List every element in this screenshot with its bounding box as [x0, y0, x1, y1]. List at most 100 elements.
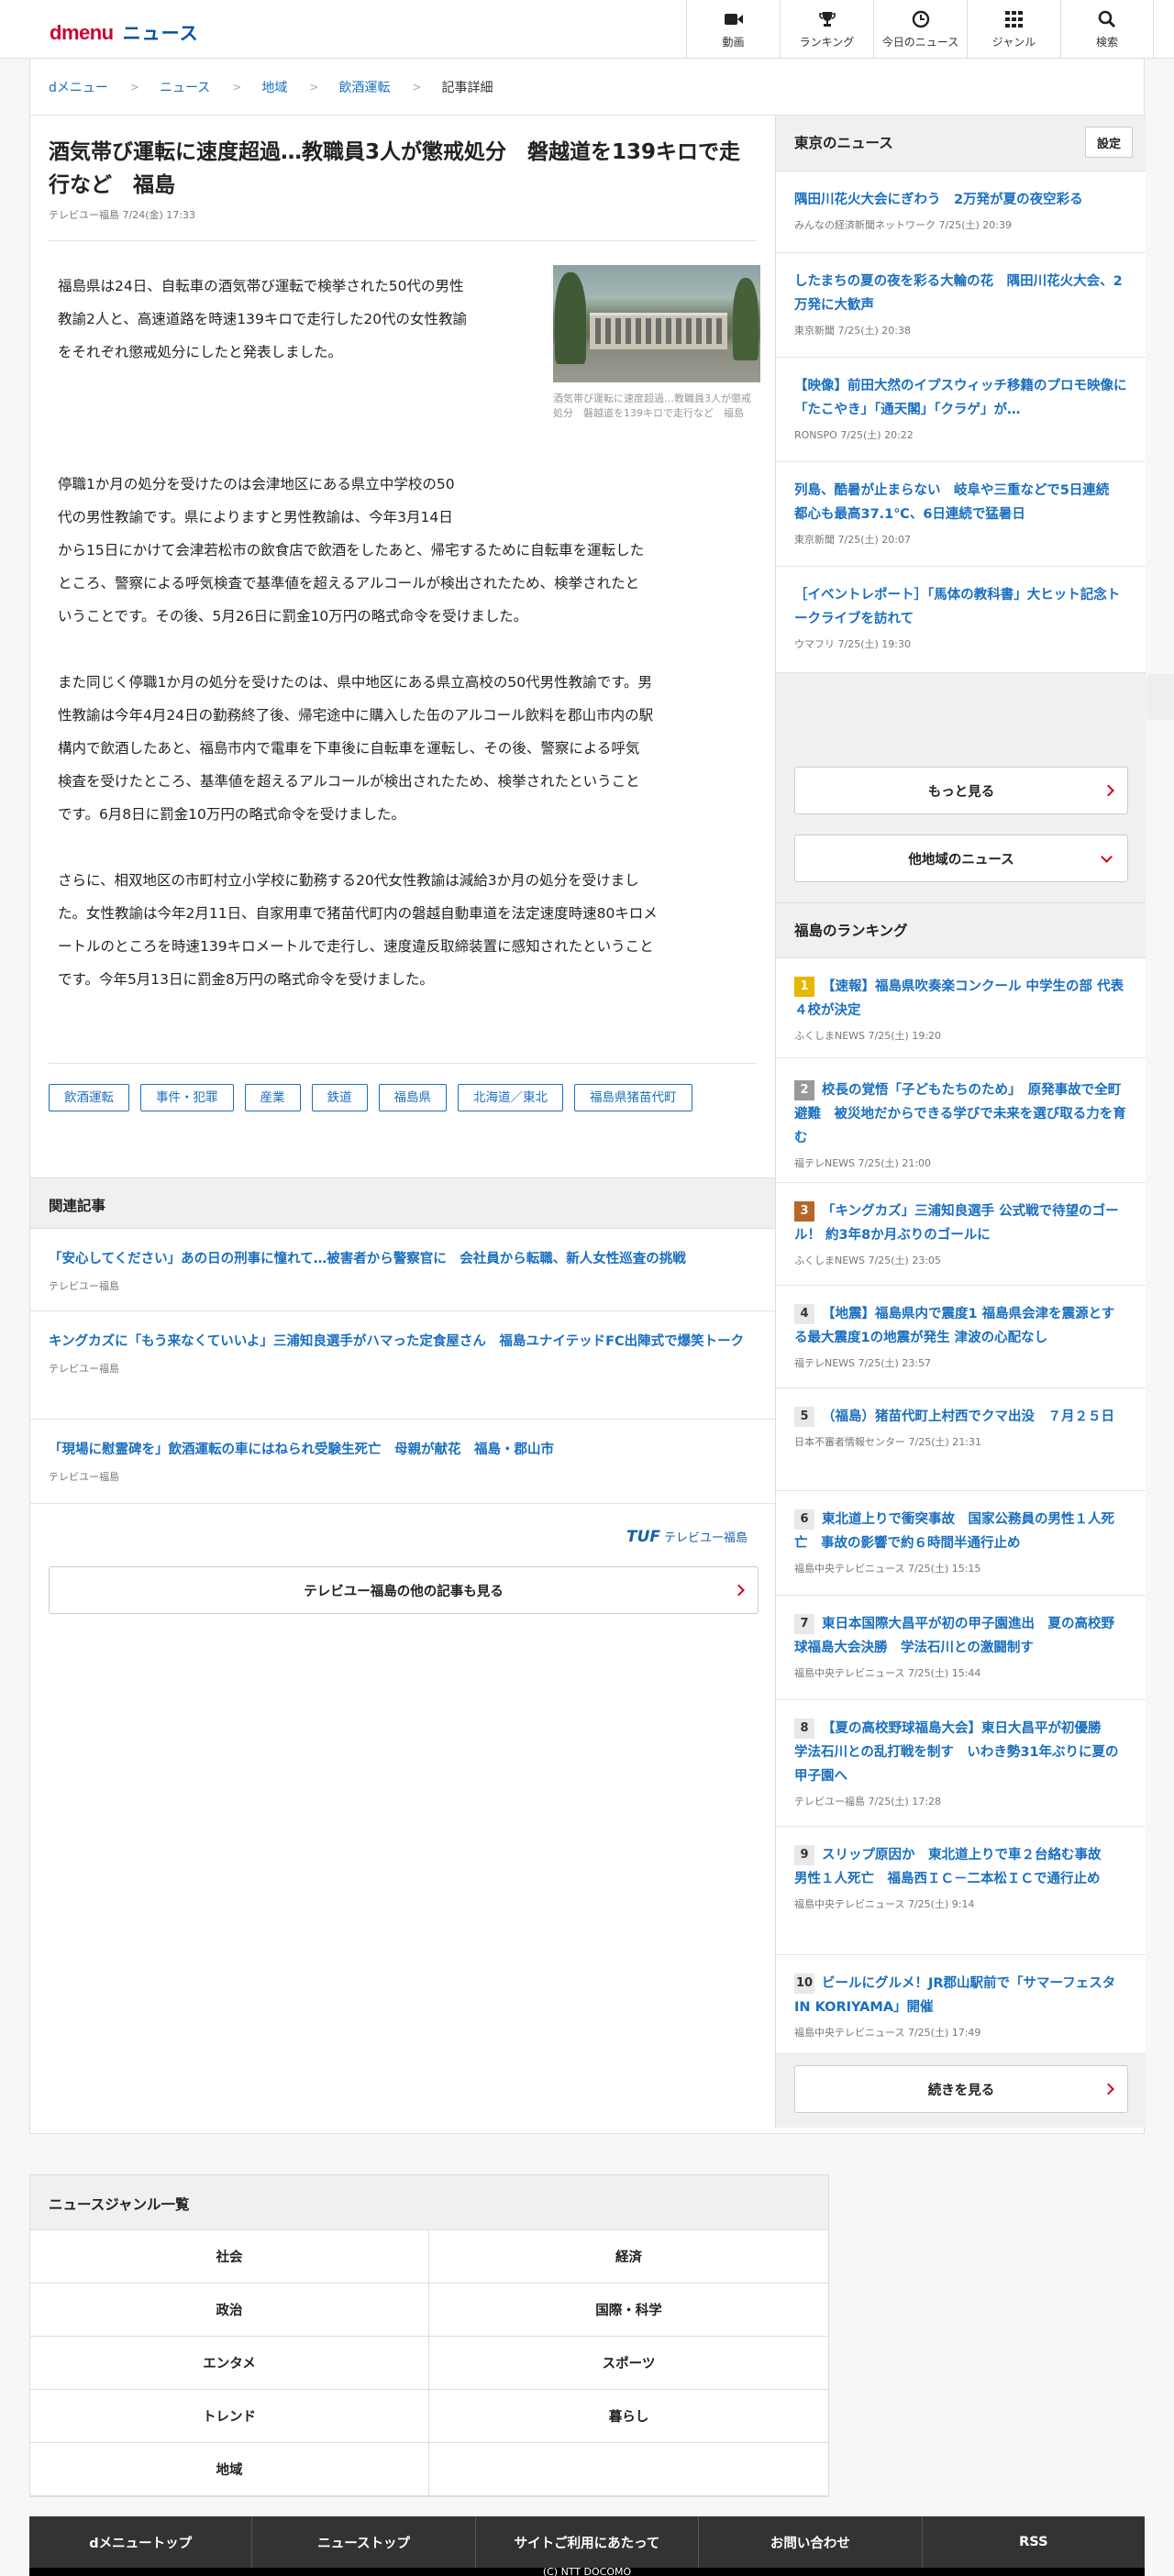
- ranking-source: 福テレNEWS: [794, 1357, 856, 1369]
- tokyo-more-button[interactable]: もっと見る: [794, 767, 1128, 814]
- related-item[interactable]: キングカズに「もう来なくていいよ」三浦知良選手がハマった定食屋さん 福島ユナイテ…: [30, 1311, 775, 1420]
- tag-link[interactable]: 福島県猪苗代町: [574, 1084, 692, 1111]
- news-date: 7/25(土) 20:07: [837, 534, 911, 546]
- article-paragraph-2: 停職1か月の処分を受けたのは会津地区にある県立中学校の50 代の男性教諭です。県…: [58, 468, 644, 633]
- ranking-meta: ふくしまNEWS 7/25(土) 19:20: [794, 1028, 1127, 1043]
- tokyo-news-item[interactable]: したまちの夏の夜を彩る大輪の花 隅田川花火大会、2万発に大歓声 東京新聞 7/2…: [776, 253, 1146, 358]
- ranking-item[interactable]: 5 （福島）猪苗代町上村西でクマ出没 ７月２５日 日本不審者情報センター 7/25…: [776, 1388, 1146, 1491]
- genre-item[interactable]: 経済: [429, 2230, 828, 2283]
- search-icon: [1098, 10, 1116, 28]
- more-label: もっと見る: [927, 784, 995, 800]
- breadcrumb-dmenu[interactable]: dメニュー: [49, 78, 108, 96]
- rank-badge: 7: [794, 1614, 814, 1634]
- genre-heading: ニュースジャンル一覧: [30, 2175, 828, 2230]
- article-figure[interactable]: 酒気帯び運転に速度超過…教職員3人が懲戒処分 磐越道を139キロで走行など 福島: [553, 265, 760, 421]
- tokyo-news-item[interactable]: 列島、酷暑が止まらない 岐阜や三重などで5日連続 都心も最高37.1℃、6日連続…: [776, 462, 1146, 567]
- provider-more-button[interactable]: テレビユー福島の他の記事も見る: [49, 1566, 759, 1614]
- article-meta: テレビユー福島 7/24(金) 17:33: [49, 207, 195, 222]
- ranking-date: 7/25(土) 17:28: [868, 1796, 941, 1808]
- ranking-title: 【地震】福島県内で震度1 福島県会津を震源とする最大震度1の地震が発生 津波の心…: [794, 1307, 1115, 1345]
- ranking-item[interactable]: 10 ビールにグルメ！JR郡山駅前で「サマーフェスタ IN KORIYAMA」開催…: [776, 1955, 1146, 2054]
- ranking-source: テレビユー福島: [794, 1796, 865, 1808]
- tag-link[interactable]: 鉄道: [311, 1084, 368, 1111]
- page-top-tab[interactable]: [1146, 674, 1174, 720]
- nav-video[interactable]: 動画: [686, 0, 780, 59]
- tag-link[interactable]: 産業: [244, 1084, 301, 1111]
- article-title: 酒気帯び運転に速度超過…教職員3人が懲戒処分 磐越道を139キロで走行など 福島: [49, 140, 741, 197]
- news-date: 7/25(土) 19:30: [837, 638, 911, 650]
- chevron-right-icon: [733, 1584, 745, 1597]
- tag-link[interactable]: 飲酒運転: [49, 1084, 129, 1111]
- ranking-source: 福島中央テレビニュース: [794, 1563, 905, 1575]
- breadcrumb-region[interactable]: 地域: [261, 78, 287, 96]
- footer-news-top[interactable]: ニューストップ: [252, 2516, 476, 2568]
- news-date: 7/25(土) 20:22: [840, 429, 914, 441]
- chevron-down-icon: [1101, 851, 1113, 863]
- ranking-more-button[interactable]: 続きを見る: [794, 2065, 1128, 2113]
- ranking-date: 7/25(土) 19:20: [868, 1030, 942, 1042]
- ranking-item[interactable]: 7 東日本国際大昌平が初の甲子園進出 夏の高校野球福島大会決勝 学法石川との激闘制…: [776, 1596, 1146, 1700]
- dmenu-news-logo[interactable]: dmenu ニュース: [50, 18, 199, 45]
- related-item[interactable]: 「安心してください」あの日の刑事に憧れて…被害者から警察官に 会社員から転職、新…: [30, 1229, 775, 1311]
- ranking-title: 「キングカズ」三浦知良選手 公式戦で待望のゴール！ 約3年8か月ぶりのゴールに: [794, 1204, 1119, 1243]
- footer-terms[interactable]: サイトご利用にあたって: [476, 2516, 700, 2568]
- article-paragraph-4: さらに、相双地区の市町村立小学校に勤務する20代女性教諭は減給3か月の処分を受け…: [58, 864, 658, 996]
- related-title: 「現場に慰霊碑を」飲酒運転の車にはねられ受験生死亡 母親が献花 福島・郡山市: [49, 1443, 554, 1457]
- ranking-date: 7/25(土) 15:15: [907, 1563, 981, 1575]
- tag-link[interactable]: 事件・犯罪: [140, 1084, 234, 1111]
- genre-item[interactable]: 国際・科学: [429, 2283, 828, 2337]
- tokyo-news-item[interactable]: 【映像】前田大然のイプスウィッチ移籍のプロモ映像に「たこやき」「通天閣」「クラゲ…: [776, 358, 1146, 462]
- ranking-meta: 福島中央テレビニュース 7/25(土) 9:14: [794, 1896, 1127, 1911]
- ranking-item[interactable]: 8 【夏の高校野球福島大会】東日大昌平が初優勝 学法石川との乱打戦を制す いわき勢…: [776, 1700, 1146, 1827]
- nav-search[interactable]: 検索: [1060, 0, 1154, 59]
- nav-today[interactable]: 今日のニュース: [873, 0, 967, 59]
- ranking-title: 【速報】福島県吹奏楽コンクール 中学生の部 代表４校が決定: [794, 979, 1124, 1018]
- ranking-item[interactable]: 1 【速報】福島県吹奏楽コンクール 中学生の部 代表４校が決定 ふくしまNEWS …: [776, 957, 1146, 1058]
- photo-tree: [733, 278, 759, 360]
- genre-item[interactable]: 地域: [30, 2443, 429, 2496]
- para-line: ところ、警察による呼気検査で基準値を超えるアルコールが検出されたため、検挙された…: [58, 575, 640, 591]
- provider-more-label: テレビユー福島の他の記事も見る: [304, 1584, 504, 1599]
- ranking-source: 日本不審者情報センター: [794, 1436, 905, 1448]
- genre-item[interactable]: 政治: [30, 2283, 429, 2337]
- genre-item[interactable]: 暮らし: [429, 2390, 828, 2443]
- ranking-more-label: 続きを見る: [927, 2083, 995, 2098]
- ranking-item[interactable]: 2 校長の覚悟「子どもたちのため」 原発事故で全町避難 被災地だからできる学びで未…: [776, 1058, 1146, 1183]
- news-title: したまちの夏の夜を彩る大輪の花 隅田川花火大会、2万発に大歓声: [794, 274, 1123, 313]
- nav-genre[interactable]: ジャンル: [967, 0, 1060, 59]
- sidebar: 東京のニュース 設定 隅田川花火大会にぎわう 2万発が夏の夜空彩る みんなの経済…: [775, 116, 1146, 2128]
- footer-dmenu-top[interactable]: dメニュートップ: [29, 2516, 253, 2568]
- chevron-right-icon: [1102, 784, 1114, 797]
- copyright-text: (C) NTT DOCOMO: [542, 2568, 632, 2576]
- tokyo-news-item[interactable]: 隅田川花火大会にぎわう 2万発が夏の夜空彩る みんなの経済新聞ネットワーク 7/…: [776, 171, 1146, 253]
- tokyo-news-item[interactable]: ［イベントレポート］「馬体の教科書」大ヒット記念トークライブを訪れて ウマフリ …: [776, 567, 1146, 673]
- related-item[interactable]: 「現場に慰霊碑を」飲酒運転の車にはねられ受験生死亡 母親が献花 福島・郡山市 テ…: [30, 1420, 775, 1504]
- ranking-item[interactable]: 9 スリップ原因か 東北道上りで車２台絡む事故 男性１人死亡 福島西ＩＣ－二本松Ｉ…: [776, 1827, 1146, 1955]
- article-paragraph-1: 福島県は24日、自転車の酒気帯び運転で検挙された50代の男性 教諭2人と、高速道…: [58, 270, 467, 369]
- breadcrumb-drunk-driving[interactable]: 飲酒運転: [338, 78, 390, 96]
- genre-item[interactable]: トレンド: [30, 2390, 429, 2443]
- tag-link[interactable]: 福島県: [378, 1084, 447, 1111]
- other-region-button[interactable]: 他地域のニュース: [794, 835, 1128, 882]
- related-title: キングカズに「もう来なくていいよ」三浦知良選手がハマった定食屋さん 福島ユナイテ…: [49, 1334, 745, 1349]
- genre-item[interactable]: エンタメ: [30, 2337, 429, 2390]
- nav-ranking[interactable]: ランキング: [780, 0, 873, 59]
- settings-button[interactable]: 設定: [1085, 127, 1133, 158]
- nav-video-label: 動画: [722, 35, 745, 49]
- ranking-item[interactable]: 6 東北道上りで衝突事故 国家公務員の男性１人死亡 事故の影響で約６時間半通行止め…: [776, 1491, 1146, 1596]
- ranking-heading: 福島のランキング: [776, 902, 1146, 957]
- dmenu-logo-text: dmenu: [50, 21, 114, 44]
- footer-rss[interactable]: RSS: [923, 2516, 1145, 2568]
- ranking-item[interactable]: 3 「キングカズ」三浦知良選手 公式戦で待望のゴール！ 約3年8か月ぶりのゴールに…: [776, 1183, 1146, 1286]
- news-date: 7/25(土) 20:39: [938, 219, 1012, 231]
- article-date: 7/24(金) 17:33: [122, 209, 195, 221]
- breadcrumb-news[interactable]: ニュース: [160, 78, 210, 96]
- news-title: 列島、酷暑が止まらない 岐阜や三重などで5日連続 都心も最高37.1℃、6日連続…: [794, 483, 1123, 522]
- ranking-item[interactable]: 4 【地震】福島県内で震度1 福島県会津を震源とする最大震度1の地震が発生 津波の…: [776, 1286, 1146, 1388]
- genre-item[interactable]: スポーツ: [429, 2337, 828, 2390]
- nav-search-label: 検索: [1095, 35, 1118, 49]
- para-line: さらに、相双地区の市町村立小学校に勤務する20代女性教諭は減給3か月の処分を受け…: [58, 872, 639, 889]
- footer-contact[interactable]: お問い合わせ: [699, 2516, 923, 2568]
- tag-link[interactable]: 北海道／東北: [458, 1084, 563, 1111]
- genre-item[interactable]: 社会: [30, 2230, 429, 2283]
